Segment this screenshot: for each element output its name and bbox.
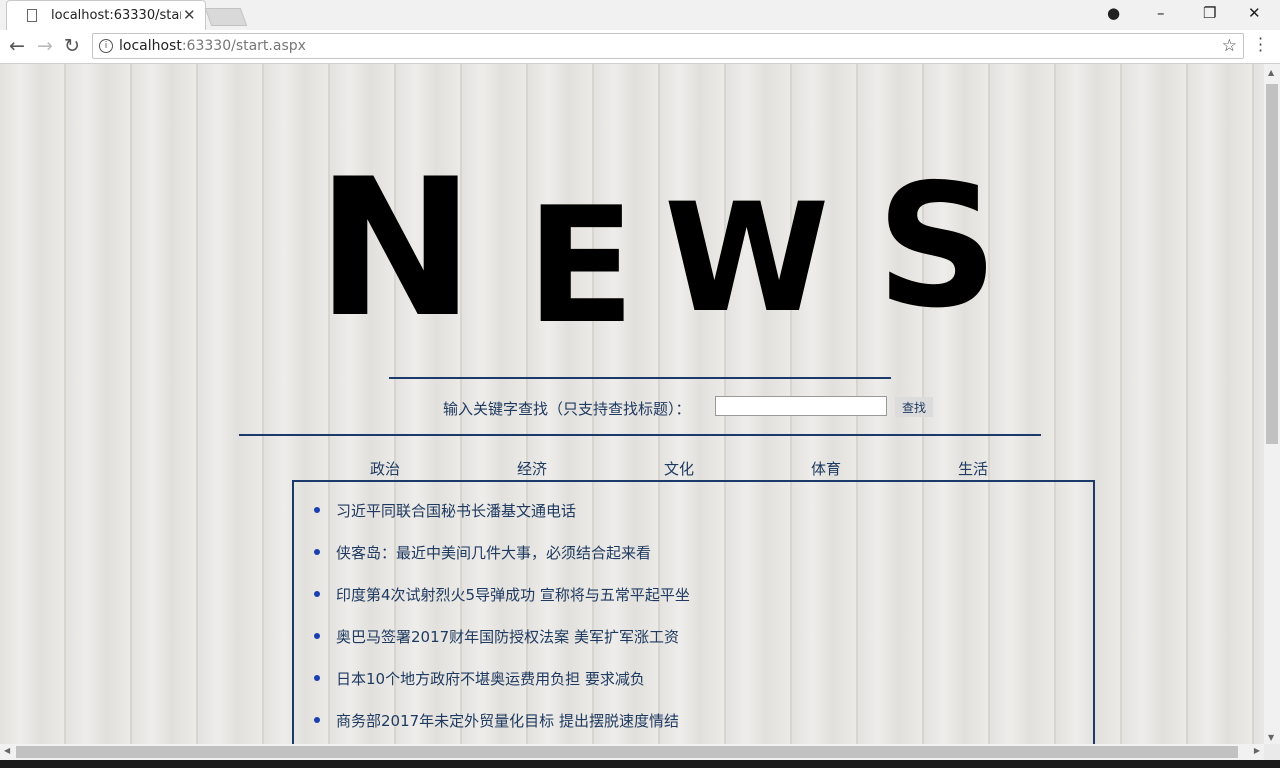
news-title[interactable]: 商务部2017年未定外贸量化目标 提出摆脱速度情结 [336, 712, 679, 730]
logo-letter-s: S [876, 148, 999, 346]
news-item[interactable]: 侠客岛：最近中美间几件大事，必须结合起来看 [314, 542, 690, 584]
tab-bar: localhost:63330/start.aspx ✕ ● – ❐ ✕ [0, 0, 1280, 30]
info-icon[interactable]: i [99, 39, 113, 53]
news-item[interactable]: 习近平同联合国秘书长潘基文通电话 [314, 500, 690, 542]
tab-title: localhost:63330/start.aspx [51, 8, 181, 23]
back-icon[interactable]: ← [9, 35, 25, 57]
divider-bottom [239, 434, 1041, 436]
browser-menu-icon[interactable]: · · · [1258, 31, 1263, 59]
news-item[interactable]: 商务部2017年未定外贸量化目标 提出摆脱速度情结 [314, 710, 690, 744]
category-economy[interactable]: 经济 [517, 458, 547, 479]
search-button[interactable]: 查找 [895, 397, 933, 417]
news-title[interactable]: 习近平同联合国秘书长潘基文通电话 [336, 502, 576, 520]
news-list: 习近平同联合国秘书长潘基文通电话 侠客岛：最近中美间几件大事，必须结合起来看 印… [314, 500, 690, 744]
news-title[interactable]: 日本10个地方政府不堪奥运费用负担 要求减负 [336, 670, 645, 688]
news-title[interactable]: 侠客岛：最近中美间几件大事，必须结合起来看 [336, 544, 651, 562]
forward-icon[interactable]: → [37, 35, 53, 57]
bookmark-star-icon[interactable]: ☆ [1222, 36, 1237, 56]
url-text[interactable]: localhost:63330/start.aspx [119, 38, 306, 54]
page-viewport: N E W S 输入关键字查找（只支持查找标题）： 查找 政治 经济 文化 体育… [0, 64, 1264, 744]
close-window-icon[interactable]: ✕ [1248, 4, 1261, 22]
bullet [314, 717, 320, 723]
news-title[interactable]: 奥巴马签署2017财年国防授权法案 美军扩军涨工资 [336, 628, 679, 646]
bullet [314, 591, 320, 597]
browser-tab[interactable]: localhost:63330/start.aspx ✕ [6, 0, 206, 30]
scroll-left-icon[interactable]: ◀ [4, 746, 10, 755]
bullet [314, 507, 320, 513]
restore-icon[interactable]: ❐ [1203, 4, 1216, 22]
vertical-scrollbar[interactable]: ▲ ▼ [1264, 64, 1280, 744]
logo-letter-n: N [316, 138, 476, 359]
category-life[interactable]: 生活 [958, 458, 988, 479]
bullet [314, 633, 320, 639]
news-item[interactable]: 奥巴马签署2017财年国防授权法案 美军扩军涨工资 [314, 626, 690, 668]
scroll-down-icon[interactable]: ▼ [1268, 733, 1274, 742]
news-panel: 习近平同联合国秘书长潘基文通电话 侠客岛：最近中美间几件大事，必须结合起来看 印… [292, 480, 1095, 744]
reload-icon[interactable]: ↻ [64, 35, 80, 57]
page-icon [27, 9, 37, 22]
logo-letter-w: W [664, 172, 830, 346]
close-tab-icon[interactable]: ✕ [183, 6, 196, 24]
minimize-icon[interactable]: – [1157, 4, 1165, 22]
search-label: 输入关键字查找（只支持查找标题）： [443, 400, 691, 418]
vertical-scroll-thumb[interactable] [1266, 84, 1278, 444]
search-input[interactable] [715, 396, 887, 416]
address-bar[interactable]: i localhost:63330/start.aspx ☆ [92, 33, 1244, 59]
category-nav: 政治 经济 文化 体育 生活 [292, 458, 1096, 478]
news-item[interactable]: 印度第4次试射烈火5导弹成功 宣称将与五常平起平坐 [314, 584, 690, 626]
profile-icon[interactable]: ● [1107, 4, 1120, 22]
news-title[interactable]: 印度第4次试射烈火5导弹成功 宣称将与五常平起平坐 [336, 586, 690, 604]
scroll-up-icon[interactable]: ▲ [1268, 68, 1274, 77]
taskbar [0, 760, 1280, 768]
divider-top [389, 377, 891, 379]
news-logo: N E W S [310, 138, 998, 359]
category-politics[interactable]: 政治 [370, 458, 400, 479]
bullet [314, 675, 320, 681]
new-tab-button[interactable] [204, 8, 248, 26]
category-sports[interactable]: 体育 [811, 458, 841, 479]
scroll-right-icon[interactable]: ▶ [1254, 746, 1260, 755]
category-culture[interactable]: 文化 [664, 458, 694, 479]
horizontal-scrollbar[interactable]: ◀ ▶ [0, 744, 1264, 760]
browser-toolbar: ← → ↻ i localhost:63330/start.aspx ☆ [0, 30, 1280, 64]
horizontal-scroll-thumb[interactable] [16, 746, 1238, 758]
logo-letter-e: E [526, 172, 636, 359]
bullet [314, 549, 320, 555]
news-item[interactable]: 日本10个地方政府不堪奥运费用负担 要求减负 [314, 668, 690, 710]
